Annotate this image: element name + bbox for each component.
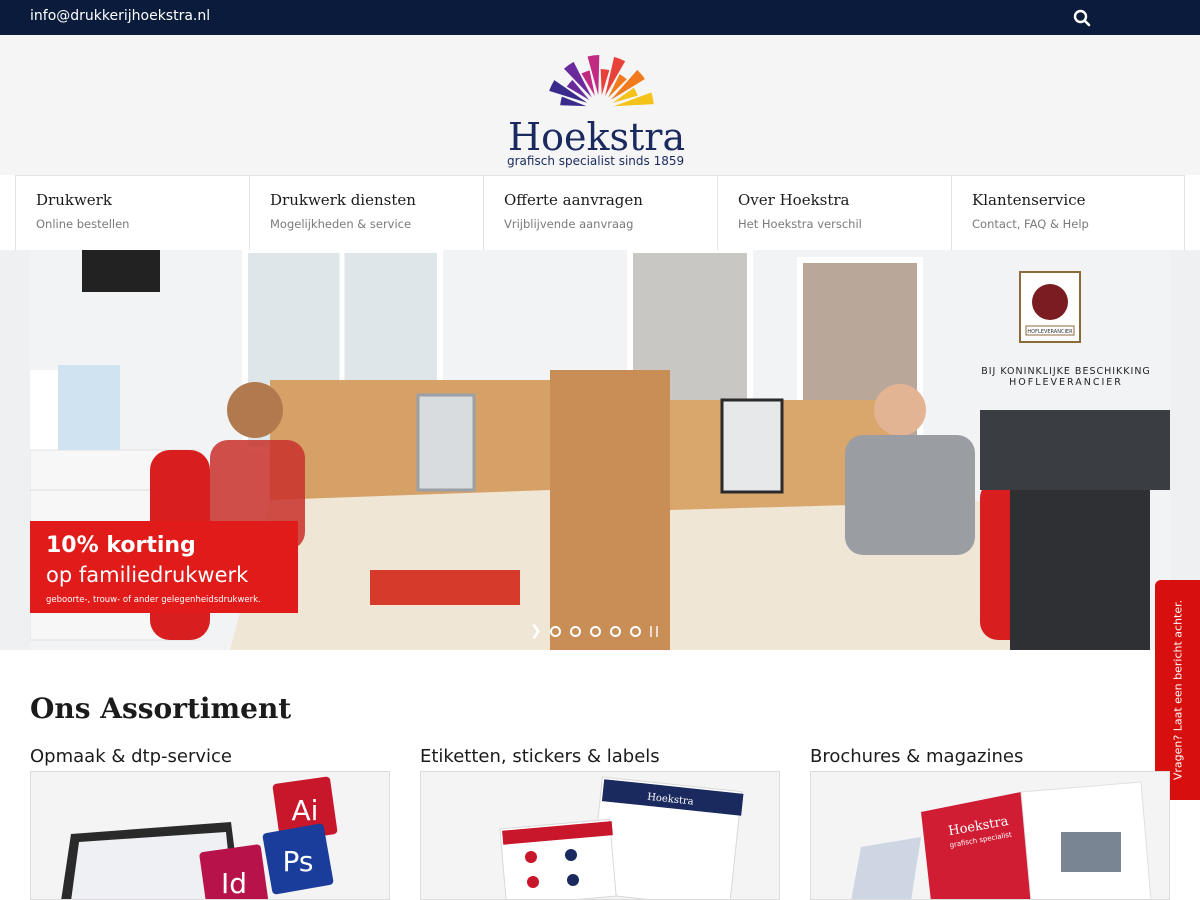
category-image-labels[interactable]: Hoekstra [420, 771, 780, 900]
next-slide-icon[interactable]: ❯ [530, 623, 544, 639]
category-title-dtp[interactable]: Opmaak & dtp-service [30, 746, 232, 767]
royal-warrant-line-1: BIJ KONINKLIJKE BESCHIKKING [981, 366, 1151, 377]
nav-item-title: Over Hoekstra [738, 191, 850, 209]
slide-dot-3[interactable] [590, 625, 601, 637]
nav-item-subtitle: Vrijblijvende aanvraag [504, 217, 634, 231]
illustrator-icon: Ai [292, 794, 319, 827]
contact-email-link[interactable]: info@drukkerijhoekstra.nl [30, 8, 210, 24]
pause-icon[interactable] [650, 625, 658, 637]
category-image-brochures[interactable]: Hoekstra grafisch specialist [810, 771, 1170, 900]
nav-item-subtitle: Contact, FAQ & Help [972, 217, 1089, 231]
slide-dot-2[interactable] [570, 625, 581, 637]
logo-tagline: grafisch specialist sinds 1859 [507, 154, 685, 168]
slide-dot-4[interactable] [610, 625, 621, 637]
labels-stickers-image: Hoekstra [421, 772, 779, 899]
logo-ray [600, 69, 610, 96]
feedback-tab[interactable]: Vragen? Laat een bericht achter. [1155, 580, 1200, 800]
nav-item-title: Drukwerk [36, 191, 112, 209]
logo-wordmark: Hoekstra [508, 115, 686, 159]
assortment-heading: Ons Assortiment [30, 692, 292, 725]
hero-slider: HOFLEVERANCIER BIJ KONINKLIJKE BESCHIKKI… [0, 250, 1200, 650]
royal-warrant-line-2: HOFLEVERANCIER [1009, 377, 1123, 388]
feedback-tab-label: Vragen? Laat een bericht achter. [1171, 599, 1185, 781]
search-icon[interactable] [1073, 9, 1091, 27]
promo-headline: 10% korting [46, 533, 196, 558]
main-navigation: Drukwerk Online bestellen Drukwerk diens… [15, 175, 1185, 251]
nav-item-subtitle: Mogelijkheden & service [270, 217, 412, 231]
seal-badge-text: HOFLEVERANCIER [1027, 329, 1073, 335]
slider-controls: ❯ [530, 623, 658, 639]
slide-dot-1[interactable] [550, 625, 561, 637]
slide-dot-5[interactable] [630, 625, 641, 637]
nav-item-offerte-aanvragen[interactable]: Offerte aanvragen Vrijblijvende aanvraag [483, 176, 717, 251]
brochures-magazines-image: Hoekstra grafisch specialist [811, 772, 1169, 899]
category-title-labels[interactable]: Etiketten, stickers & labels [420, 746, 660, 767]
category-image-dtp[interactable]: Ai Ps Id [30, 771, 390, 900]
promo-description: geboorte-, trouw- of ander gelegenheidsd… [46, 595, 261, 605]
indesign-icon: Id [221, 867, 247, 900]
nav-item-klantenservice[interactable]: Klantenservice Contact, FAQ & Help [951, 176, 1185, 251]
nav-item-drukwerk-diensten[interactable]: Drukwerk diensten Mogelijkheden & servic… [249, 176, 483, 251]
nav-item-over-hoekstra[interactable]: Over Hoekstra Het Hoekstra verschil [717, 176, 951, 251]
nav-item-title: Klantenservice [972, 191, 1086, 209]
photoshop-icon: Ps [283, 845, 314, 878]
nav-item-drukwerk[interactable]: Drukwerk Online bestellen [15, 176, 249, 251]
top-bar: info@drukkerijhoekstra.nl [0, 0, 1200, 35]
nav-item-subtitle: Het Hoekstra verschil [738, 217, 862, 231]
nav-item-title: Drukwerk diensten [270, 191, 416, 209]
royal-warrant-text: BIJ KONINKLIJKE BESCHIKKING HOFLEVERANCI… [966, 366, 1166, 388]
promo-subheadline: op familiedrukwerk [46, 563, 249, 587]
nav-item-title: Offerte aanvragen [504, 191, 643, 209]
promo-banner[interactable]: 10% korting op familiedrukwerk geboorte-… [30, 521, 298, 613]
sunburst-logo-icon [549, 55, 654, 107]
dtp-software-image: Ai Ps Id [31, 772, 389, 900]
category-title-brochures[interactable]: Brochures & magazines [810, 746, 1023, 767]
site-header: Hoekstra grafisch specialist sinds 1859 [0, 35, 1200, 175]
nav-item-subtitle: Online bestellen [36, 217, 130, 231]
hoekstra-logo[interactable]: Hoekstra grafisch specialist sinds 1859 [500, 43, 700, 168]
